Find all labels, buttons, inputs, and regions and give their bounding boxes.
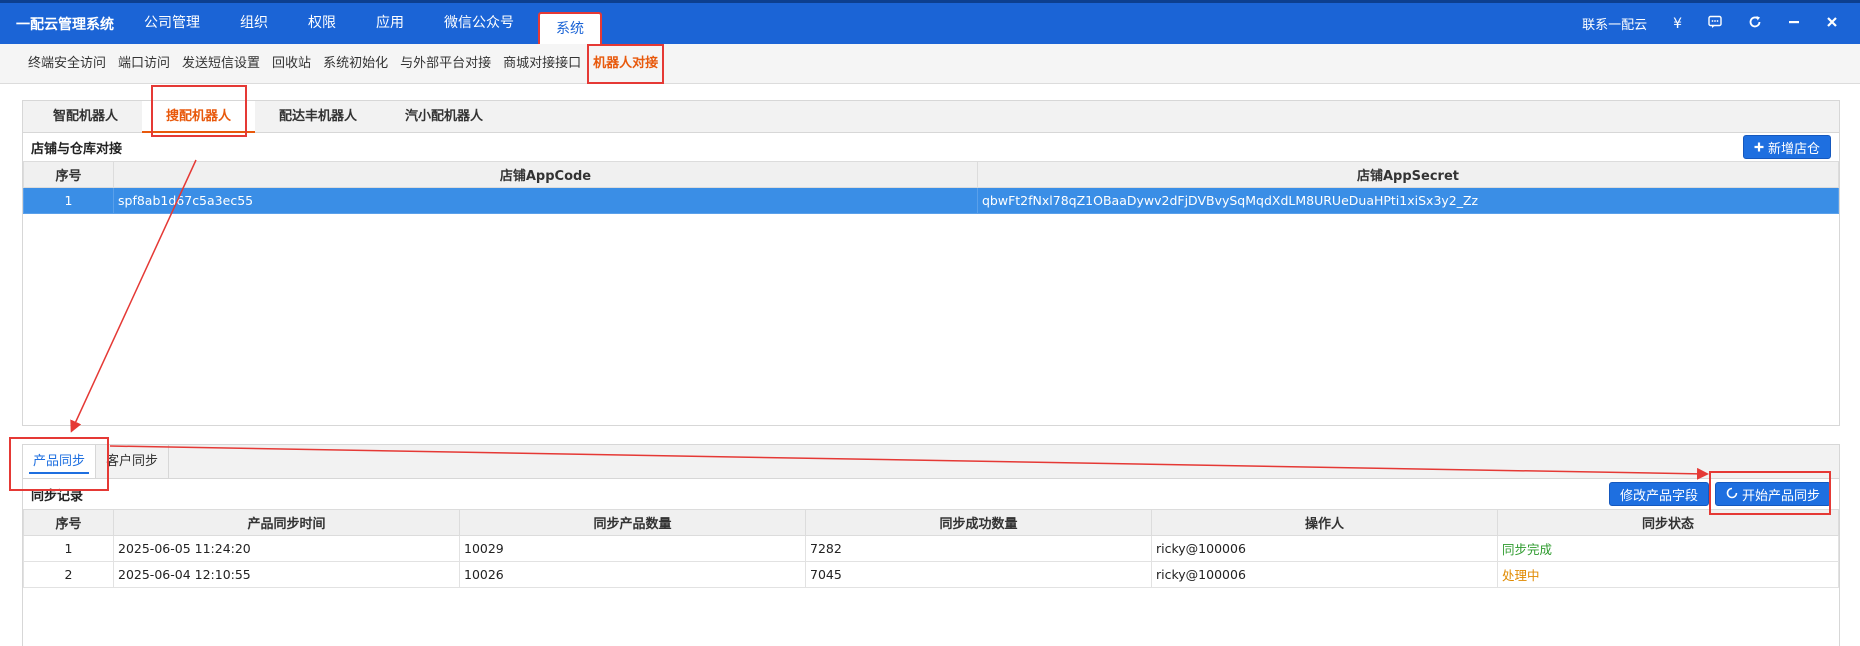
cell-product-count: 10026	[459, 561, 806, 588]
subnav-recycle-bin[interactable]: 回收站	[266, 52, 317, 76]
start-product-sync-button[interactable]: 开始产品同步	[1714, 482, 1831, 506]
top-bar: 一配云管理系统 公司管理 组织 权限 应用 微信公众号 系统 联系一配云 ¥	[0, 0, 1860, 44]
sync-table: 序号 产品同步时间 同步产品数量 同步成功数量 操作人 同步状态 1 2025-…	[23, 509, 1839, 588]
top-right-actions: 联系一配云 ¥	[1582, 14, 1838, 33]
cell-sync-time: 2025-06-05 11:24:20	[113, 535, 460, 562]
tab-product-sync[interactable]: 产品同步	[23, 445, 97, 478]
col-header-no: 序号	[23, 161, 114, 188]
subnav-mall-interface[interactable]: 商城对接接口	[497, 52, 587, 76]
menu-permission[interactable]: 权限	[292, 3, 352, 44]
sync-panel: 产品同步 客户同步 同步记录 修改产品字段 开始产品同步 序号 产品同步时间 同…	[22, 444, 1840, 646]
tab-qixiaopei-robot[interactable]: 汽小配机器人	[381, 101, 507, 132]
col-header-product-count: 同步产品数量	[459, 509, 806, 536]
menu-wechat[interactable]: 微信公众号	[428, 3, 530, 44]
refresh-icon[interactable]	[1748, 15, 1762, 33]
col-header-sync-time: 产品同步时间	[113, 509, 460, 536]
start-sync-label: 开始产品同步	[1741, 487, 1820, 503]
cell-product-count: 10029	[459, 535, 806, 562]
sync-section-title: 同步记录	[31, 488, 84, 504]
subnav-port-access[interactable]: 端口访问	[112, 52, 176, 76]
sync-tabs: 产品同步 客户同步	[23, 445, 1839, 479]
col-header-appsecret: 店铺AppSecret	[977, 161, 1839, 188]
add-store-label: 新增店仓	[1767, 140, 1820, 156]
store-section-header: 店铺与仓库对接 新增店仓	[23, 133, 1839, 161]
cell-no: 1	[23, 187, 114, 214]
add-store-button[interactable]: 新增店仓	[1742, 135, 1831, 159]
cell-status: 处理中	[1497, 561, 1839, 588]
tab-zhipei-robot[interactable]: 智配机器人	[29, 101, 142, 132]
edit-fields-label: 修改产品字段	[1619, 487, 1698, 503]
top-menu: 公司管理 组织 权限 应用 微信公众号 系统	[128, 3, 610, 44]
cell-appcode: spf8ab1d67c5a3ec55	[113, 187, 978, 214]
store-table: 序号 店铺AppCode 店铺AppSecret 1 spf8ab1d67c5a…	[23, 161, 1839, 214]
plus-icon	[1754, 140, 1764, 155]
robot-panel: 智配机器人 搜配机器人 配达丰机器人 汽小配机器人 店铺与仓库对接 新增店仓 序…	[22, 100, 1840, 426]
subnav-system-init[interactable]: 系统初始化	[317, 52, 394, 76]
cell-success-count: 7282	[805, 535, 1152, 562]
col-header-operator: 操作人	[1151, 509, 1498, 536]
tab-customer-sync[interactable]: 客户同步	[96, 445, 170, 478]
col-header-no: 序号	[23, 509, 114, 536]
cell-no: 2	[23, 561, 114, 588]
subnav-robot-integration[interactable]: 机器人对接	[587, 43, 665, 84]
edit-product-fields-button[interactable]: 修改产品字段	[1608, 482, 1709, 506]
menu-company[interactable]: 公司管理	[128, 3, 216, 44]
cell-success-count: 7045	[805, 561, 1152, 588]
subnav-sms-settings[interactable]: 发送短信设置	[176, 52, 266, 76]
tab-peidafeng-robot[interactable]: 配达丰机器人	[255, 101, 381, 132]
menu-org[interactable]: 组织	[224, 3, 284, 44]
minimize-icon[interactable]	[1788, 15, 1800, 33]
cell-no: 1	[23, 535, 114, 562]
message-icon[interactable]	[1708, 15, 1722, 33]
subnav-terminal-security[interactable]: 终端安全访问	[22, 52, 112, 76]
cell-sync-time: 2025-06-04 12:10:55	[113, 561, 460, 588]
col-header-success-count: 同步成功数量	[805, 509, 1152, 536]
col-header-appcode: 店铺AppCode	[113, 161, 978, 188]
cell-operator: ricky@100006	[1151, 561, 1498, 588]
tab-soupei-robot[interactable]: 搜配机器人	[142, 101, 256, 133]
cell-status: 同步完成	[1497, 535, 1839, 562]
yen-icon[interactable]: ¥	[1673, 16, 1682, 32]
contact-link[interactable]: 联系一配云	[1582, 14, 1647, 33]
col-header-status: 同步状态	[1497, 509, 1839, 536]
subnav-external-platform[interactable]: 与外部平台对接	[394, 52, 497, 76]
sync-section-header: 同步记录 修改产品字段 开始产品同步	[23, 479, 1839, 509]
cell-appsecret: qbwFt2fNxl78qZ1OBaaDywv2dFjDVBvySqMqdXdL…	[977, 187, 1839, 214]
sync-button-group: 修改产品字段 开始产品同步	[1608, 482, 1831, 506]
table-row[interactable]: 1 2025-06-05 11:24:20 10029 7282 ricky@1…	[23, 535, 1839, 562]
cell-operator: ricky@100006	[1151, 535, 1498, 562]
menu-apps[interactable]: 应用	[360, 3, 420, 44]
store-section-title: 店铺与仓库对接	[31, 141, 123, 157]
robot-tabs: 智配机器人 搜配机器人 配达丰机器人 汽小配机器人	[23, 101, 1839, 133]
table-header-row: 序号 店铺AppCode 店铺AppSecret	[23, 161, 1839, 188]
close-icon[interactable]	[1826, 15, 1838, 33]
system-sub-nav: 终端安全访问 端口访问 发送短信设置 回收站 系统初始化 与外部平台对接 商城对…	[0, 43, 1860, 84]
loading-spinner-icon	[1726, 487, 1738, 502]
app-title: 一配云管理系统	[16, 17, 114, 33]
table-row[interactable]: 1 spf8ab1d67c5a3ec55 qbwFt2fNxl78qZ1OBaa…	[23, 187, 1839, 214]
table-row[interactable]: 2 2025-06-04 12:10:55 10026 7045 ricky@1…	[23, 561, 1839, 588]
table-header-row: 序号 产品同步时间 同步产品数量 同步成功数量 操作人 同步状态	[23, 509, 1839, 536]
menu-system[interactable]: 系统	[538, 12, 602, 44]
